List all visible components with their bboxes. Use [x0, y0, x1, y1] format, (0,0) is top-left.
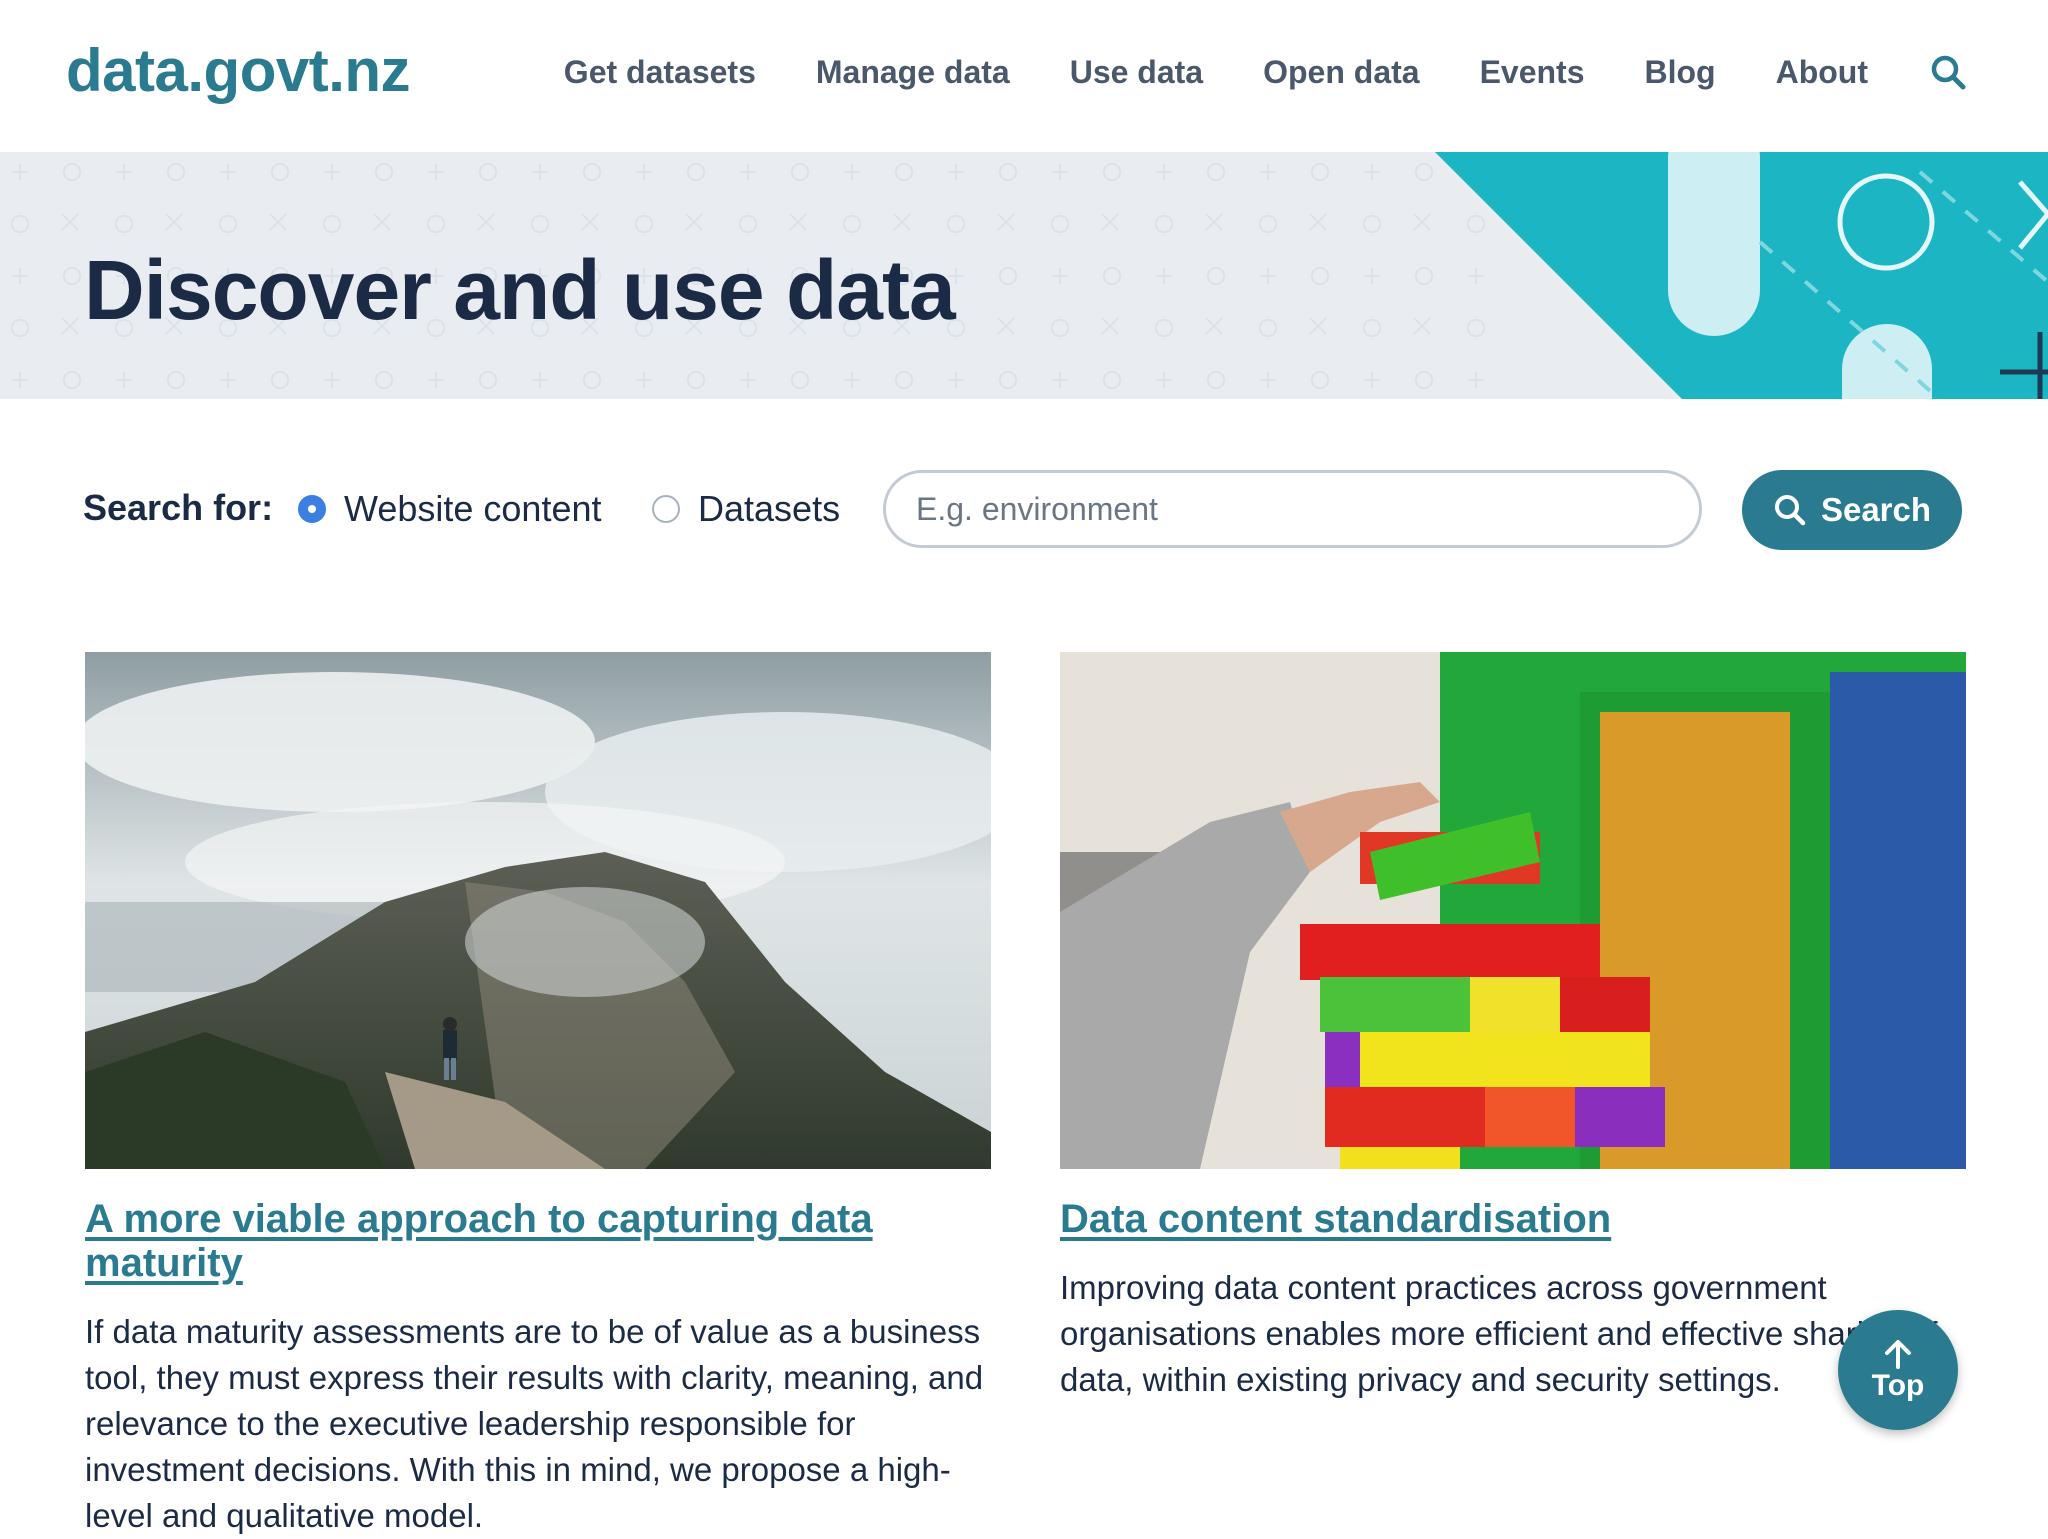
article-title-link[interactable]: A more viable approach to capturing data…	[85, 1197, 991, 1285]
radio-label-datasets: Datasets	[698, 488, 841, 529]
nav-blog[interactable]: Blog	[1645, 54, 1716, 91]
back-to-top-button[interactable]: Top	[1838, 1310, 1958, 1430]
search-icon[interactable]	[1928, 52, 1968, 92]
back-to-top-label: Top	[1871, 1369, 1925, 1402]
radio-datasets[interactable]: Datasets	[652, 488, 840, 530]
nav-use-data[interactable]: Use data	[1070, 54, 1203, 91]
nav-open-data[interactable]: Open data	[1263, 54, 1419, 91]
search-input[interactable]	[883, 470, 1702, 548]
article-card: Data content standardisation Improving d…	[1060, 652, 1966, 1403]
nav-events[interactable]: Events	[1480, 54, 1585, 91]
article-summary: If data maturity assessments are to be o…	[85, 1313, 984, 1534]
search-for-label: Search for:	[83, 487, 274, 528]
radio-website-content[interactable]: Website content	[298, 488, 601, 530]
arrow-up-icon	[1885, 1340, 1911, 1369]
article-summary: Improving data content practices across …	[1060, 1269, 1938, 1398]
article-card: A more viable approach to capturing data…	[85, 652, 991, 1539]
mountain-hiker-photo[interactable]	[85, 652, 991, 1169]
radio-indicator-website-content[interactable]	[298, 495, 326, 523]
site-logo[interactable]: data.govt.nz	[66, 36, 411, 105]
main-nav: Get datasets Manage data Use data Open d…	[564, 52, 1968, 92]
search-icon	[1774, 495, 1806, 526]
site-header: data.govt.nz Get datasets Manage data Us…	[0, 0, 2048, 152]
search-button-label: Search	[1820, 491, 1932, 528]
radio-indicator-datasets[interactable]	[652, 495, 680, 523]
hero-decorative-graphic	[1435, 152, 2048, 399]
building-blocks-photo[interactable]	[1060, 652, 1966, 1169]
article-title-link[interactable]: Data content standardisation	[1060, 1197, 1966, 1241]
nav-manage-data[interactable]: Manage data	[816, 54, 1010, 91]
radio-label-website-content: Website content	[344, 488, 602, 529]
search-button[interactable]: Search	[1742, 470, 1962, 550]
nav-about[interactable]: About	[1776, 54, 1868, 91]
nav-get-datasets[interactable]: Get datasets	[564, 54, 756, 91]
hero-banner: Discover and use data	[0, 152, 2048, 399]
